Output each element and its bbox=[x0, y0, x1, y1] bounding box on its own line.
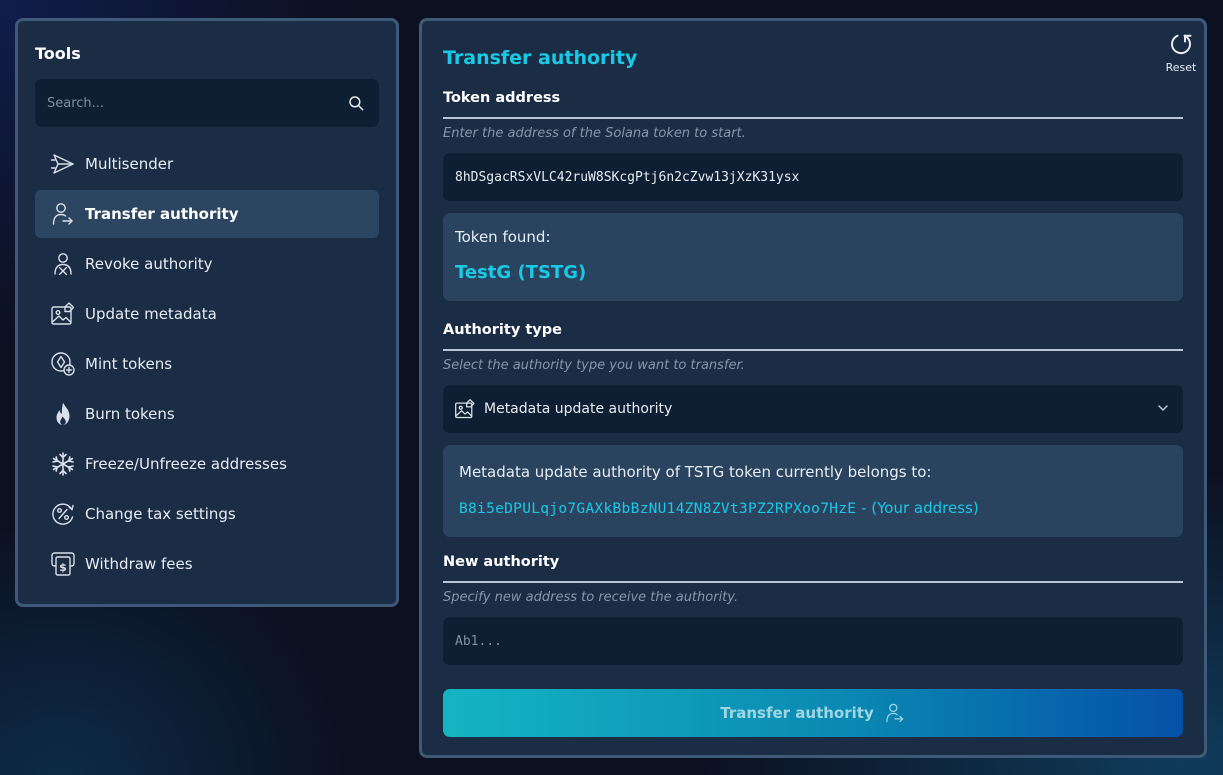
percent-icon bbox=[50, 501, 76, 527]
sidebar-item-label: Transfer authority bbox=[85, 205, 239, 223]
sidebar-item-label: Burn tokens bbox=[85, 405, 175, 423]
new-authority-input[interactable] bbox=[443, 617, 1183, 665]
reset-label: Reset bbox=[1165, 61, 1197, 74]
user-transfer-icon bbox=[50, 201, 76, 227]
search-box bbox=[35, 79, 379, 127]
owner-address: B8i5eDPULqjo7GAXkBbBzNU14ZN8ZVt3PZ2RPXoo… bbox=[459, 501, 857, 517]
sidebar-item-label: Freeze/Unfreeze addresses bbox=[85, 455, 287, 473]
section-divider bbox=[443, 581, 1183, 583]
user-revoke-icon bbox=[50, 251, 76, 277]
token-address-label: Token address bbox=[443, 90, 561, 106]
section-divider bbox=[443, 117, 1183, 119]
sidebar-item-label: Change tax settings bbox=[85, 505, 236, 523]
section-divider bbox=[443, 349, 1183, 351]
sidebar-item-transfer-authority[interactable]: Transfer authority bbox=[35, 190, 379, 238]
search-icon[interactable] bbox=[347, 94, 365, 112]
sidebar-item-label: Mint tokens bbox=[85, 355, 173, 373]
sidebar-title: Tools bbox=[35, 44, 81, 63]
coin-plus-icon bbox=[50, 351, 76, 377]
transfer-authority-button-label: Transfer authority bbox=[720, 704, 874, 722]
transfer-authority-panel: Transfer authority Reset Token address E… bbox=[419, 18, 1207, 758]
owner-address-suffix: - (Your address) bbox=[856, 499, 979, 517]
svg-text:$: $ bbox=[59, 561, 67, 574]
sidebar-item-label: Withdraw fees bbox=[85, 555, 193, 573]
sidebar-item-mint-tokens[interactable]: Mint tokens bbox=[35, 340, 379, 388]
sidebar-item-label: Multisender bbox=[85, 155, 174, 173]
authority-type-hint: Select the authority type you want to tr… bbox=[443, 358, 745, 373]
authority-owner-box: Metadata update authority of TSTG token … bbox=[443, 445, 1183, 537]
snowflake-icon bbox=[50, 451, 76, 477]
new-authority-hint: Specify new address to receive the autho… bbox=[443, 590, 739, 605]
sidebar-item-multisender[interactable]: Multisender bbox=[35, 140, 379, 188]
token-found-box: Token found: TestG (TSTG) bbox=[443, 213, 1183, 301]
token-found-label: Token found: bbox=[455, 228, 551, 246]
chevron-down-icon bbox=[1158, 405, 1168, 412]
tools-sidebar: Tools Multisender Transfer authority Rev… bbox=[15, 18, 399, 607]
user-transfer-icon bbox=[886, 703, 903, 723]
token-address-input[interactable] bbox=[443, 153, 1183, 201]
new-authority-label: New authority bbox=[443, 554, 560, 570]
image-edit-icon bbox=[455, 399, 475, 419]
authority-owner-address: B8i5eDPULqjo7GAXkBbBzNU14ZN8ZVt3PZ2RPXoo… bbox=[459, 499, 979, 517]
image-edit-icon bbox=[50, 301, 76, 327]
sidebar-item-burn-tokens[interactable]: Burn tokens bbox=[35, 390, 379, 438]
sidebar-item-withdraw-fees[interactable]: $ Withdraw fees bbox=[35, 540, 379, 588]
authority-type-selected: Metadata update authority bbox=[484, 401, 673, 417]
flame-icon bbox=[50, 401, 76, 427]
authority-owner-text: Metadata update authority of TSTG token … bbox=[459, 463, 932, 481]
reset-button[interactable]: Reset bbox=[1160, 32, 1202, 74]
token-found-name: TestG (TSTG) bbox=[455, 262, 587, 283]
sidebar-item-freeze-unfreeze[interactable]: Freeze/Unfreeze addresses bbox=[35, 440, 379, 488]
sidebar-item-change-tax-settings[interactable]: Change tax settings bbox=[35, 490, 379, 538]
token-address-hint: Enter the address of the Solana token to… bbox=[443, 126, 746, 141]
authority-type-select[interactable]: Metadata update authority bbox=[443, 385, 1183, 433]
reset-icon bbox=[1171, 34, 1192, 55]
sidebar-item-label: Revoke authority bbox=[85, 255, 213, 273]
search-input[interactable] bbox=[35, 79, 325, 127]
sidebar-item-label: Update metadata bbox=[85, 305, 217, 323]
paper-plane-icon bbox=[50, 151, 76, 177]
sidebar-item-revoke-authority[interactable]: Revoke authority bbox=[35, 240, 379, 288]
dollar-withdraw-icon: $ bbox=[50, 551, 76, 577]
sidebar-item-update-metadata[interactable]: Update metadata bbox=[35, 290, 379, 338]
page-title: Transfer authority bbox=[443, 47, 638, 69]
authority-type-label: Authority type bbox=[443, 322, 562, 338]
transfer-authority-button[interactable]: Transfer authority bbox=[443, 689, 1183, 737]
